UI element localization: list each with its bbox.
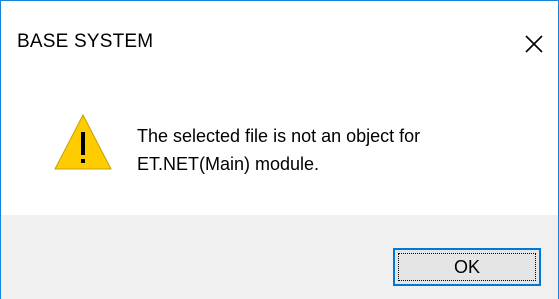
close-button[interactable] <box>517 27 551 61</box>
dialog-title: BASE SYSTEM <box>17 31 154 52</box>
ok-button-label: OK <box>453 256 480 277</box>
message-dialog: BASE SYSTEM The selected file is not an … <box>0 0 559 299</box>
warning-triangle-icon <box>54 113 112 170</box>
close-icon <box>525 35 543 53</box>
title-bar: BASE SYSTEM <box>1 1 558 87</box>
ok-button[interactable]: OK <box>393 248 541 286</box>
dialog-message: The selected file is not an object for E… <box>137 126 421 174</box>
dialog-footer: OK <box>1 215 558 299</box>
dialog-content: The selected file is not an object for E… <box>1 87 558 215</box>
